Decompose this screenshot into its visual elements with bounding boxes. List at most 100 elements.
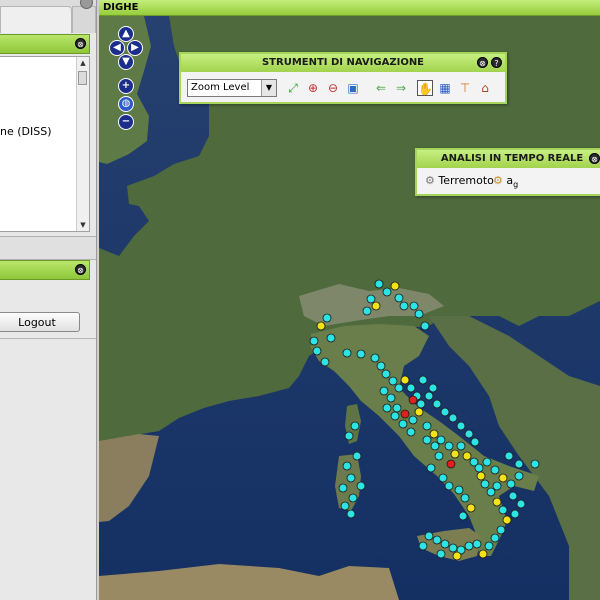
dam-marker[interactable] [390, 281, 400, 291]
scroll-thumb[interactable] [78, 71, 87, 85]
help-icon[interactable]: ? [491, 57, 502, 68]
forward-arrow-icon[interactable]: ⇒ [393, 80, 409, 96]
dam-marker[interactable] [422, 435, 432, 445]
dam-marker[interactable] [352, 451, 362, 461]
tab-secondary[interactable] [72, 6, 96, 33]
zoom-level-select[interactable]: Zoom Level ▼ [187, 79, 277, 97]
dam-marker[interactable] [382, 403, 392, 413]
collapse-icon[interactable]: ⊗ [75, 264, 86, 275]
dam-marker[interactable] [484, 541, 494, 551]
dam-marker[interactable] [390, 411, 400, 421]
home-icon[interactable]: ⌂ [477, 80, 493, 96]
dam-marker[interactable] [510, 509, 520, 519]
zoom-out-icon[interactable]: ⊖ [325, 80, 341, 96]
dam-marker[interactable] [420, 321, 430, 331]
dam-marker[interactable] [366, 294, 376, 304]
dam-marker[interactable] [424, 531, 434, 541]
dam-marker[interactable] [478, 549, 488, 559]
measure-icon[interactable]: ⊤ [457, 80, 473, 96]
select-icon[interactable]: ▦ [437, 80, 453, 96]
dam-marker[interactable] [490, 465, 500, 475]
dam-marker[interactable] [514, 471, 524, 481]
dam-marker[interactable] [326, 333, 336, 343]
satellite-map[interactable]: ▲ ◀ ▶ ▼ + ◍ − STRUMENTI DI NAVIGAZIONE ⊗… [99, 16, 600, 600]
dam-marker[interactable] [440, 539, 450, 549]
dam-marker[interactable] [460, 493, 470, 503]
dam-marker[interactable] [476, 471, 486, 481]
dam-marker[interactable] [426, 463, 436, 473]
dam-marker[interactable] [422, 421, 432, 431]
back-arrow-icon[interactable]: ⇐ [373, 80, 389, 96]
dam-marker[interactable] [490, 533, 500, 543]
dam-marker[interactable] [434, 451, 444, 461]
dam-marker[interactable] [350, 421, 360, 431]
dam-marker[interactable] [492, 497, 502, 507]
chevron-down-icon[interactable]: ▼ [261, 80, 276, 96]
dam-marker[interactable] [440, 407, 450, 417]
dam-marker[interactable] [416, 399, 426, 409]
dam-marker[interactable] [456, 421, 466, 431]
dam-marker[interactable] [492, 481, 502, 491]
dam-marker[interactable] [436, 435, 446, 445]
dam-marker[interactable] [436, 549, 446, 559]
dam-marker[interactable] [392, 403, 402, 413]
dam-marker[interactable] [406, 427, 416, 437]
dam-marker[interactable] [506, 479, 516, 489]
dam-marker[interactable] [498, 473, 508, 483]
logout-button[interactable]: Logout [0, 312, 80, 332]
dam-marker[interactable] [450, 449, 460, 459]
dam-marker[interactable] [370, 353, 380, 363]
dam-marker[interactable] [374, 279, 384, 289]
dam-marker[interactable] [414, 309, 424, 319]
dam-marker[interactable] [342, 348, 352, 358]
zoom-out-icon[interactable]: − [118, 114, 134, 130]
scroll-down-icon[interactable]: ▼ [77, 219, 89, 231]
minimize-icon[interactable]: ⊗ [477, 57, 488, 68]
dam-marker[interactable] [381, 369, 391, 379]
layer-list-scrollbar[interactable]: ▲ ▼ [76, 57, 89, 231]
dam-marker[interactable] [486, 487, 496, 497]
zoom-extent-icon[interactable]: ⤢ [285, 80, 301, 96]
dam-marker[interactable] [429, 429, 439, 439]
dam-marker[interactable] [406, 383, 416, 393]
dam-marker[interactable] [346, 473, 356, 483]
dam-marker[interactable] [508, 491, 518, 501]
layer-item-diss[interactable]: ne (DISS) [0, 125, 52, 138]
dam-marker[interactable] [452, 551, 462, 561]
dam-marker[interactable] [456, 441, 466, 451]
dam-marker[interactable] [504, 451, 514, 461]
dam-marker[interactable] [338, 483, 348, 493]
dam-marker[interactable] [356, 349, 366, 359]
pan-right-icon[interactable]: ▶ [127, 40, 143, 56]
dam-marker[interactable] [400, 375, 410, 385]
dam-marker[interactable] [340, 501, 350, 511]
collapse-icon[interactable]: ⊗ [75, 38, 86, 49]
dam-marker[interactable] [344, 431, 354, 441]
dam-marker[interactable] [309, 336, 319, 346]
dam-marker[interactable] [388, 376, 398, 386]
dam-marker[interactable] [448, 413, 458, 423]
dam-marker[interactable] [496, 525, 506, 535]
dam-marker[interactable] [480, 479, 490, 489]
dam-marker[interactable] [432, 535, 442, 545]
zoom-in-icon[interactable]: + [118, 78, 134, 94]
dam-marker[interactable] [438, 473, 448, 483]
dam-marker[interactable] [386, 393, 396, 403]
dam-marker[interactable] [408, 415, 418, 425]
dam-marker[interactable] [444, 441, 454, 451]
dam-marker[interactable] [382, 287, 392, 297]
dam-marker[interactable] [408, 395, 418, 405]
dam-marker[interactable] [316, 321, 326, 331]
world-icon[interactable]: ◍ [118, 96, 134, 112]
zoom-box-icon[interactable]: ▣ [345, 80, 361, 96]
dam-marker[interactable] [464, 429, 474, 439]
dam-marker[interactable] [458, 511, 468, 521]
dam-marker[interactable] [414, 407, 424, 417]
zoom-in-icon[interactable]: ⊕ [305, 80, 321, 96]
dam-marker[interactable] [498, 505, 508, 515]
dam-marker[interactable] [346, 509, 356, 519]
dam-marker[interactable] [418, 541, 428, 551]
dam-marker[interactable] [454, 485, 464, 495]
dam-marker[interactable] [482, 457, 492, 467]
dam-marker[interactable] [462, 451, 472, 461]
